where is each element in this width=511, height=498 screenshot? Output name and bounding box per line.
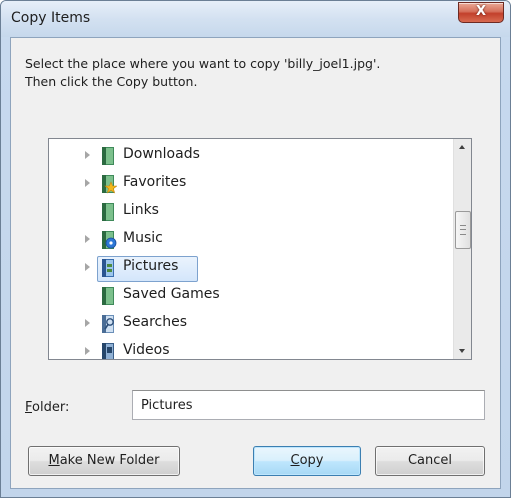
tree-item-favorites[interactable]: Favorites bbox=[49, 171, 429, 197]
tree-item-links[interactable]: Links bbox=[49, 199, 429, 225]
favorites-folder-icon bbox=[102, 175, 117, 194]
dialog-content: Select the place where you want to copy … bbox=[10, 37, 501, 489]
folder-tree[interactable]: Downloads Favorites Links Music Pictures… bbox=[48, 138, 472, 360]
expand-arrow-icon[interactable] bbox=[85, 319, 90, 327]
tree-item-music[interactable]: Music bbox=[49, 227, 429, 253]
copy-text: opy bbox=[299, 453, 324, 468]
instruction-line-1: Select the place where you want to copy … bbox=[25, 56, 381, 71]
expand-arrow-icon[interactable] bbox=[85, 235, 90, 243]
scrollbar-thumb[interactable] bbox=[455, 211, 471, 249]
tree-item-label: Pictures bbox=[123, 258, 179, 274]
tree-item-saved-games[interactable]: Saved Games bbox=[49, 283, 429, 309]
expand-arrow-icon[interactable] bbox=[85, 347, 90, 355]
arrow-down-icon bbox=[459, 349, 465, 353]
copy-mnemonic: C bbox=[290, 453, 300, 468]
expand-arrow-icon[interactable] bbox=[85, 151, 90, 159]
copy-items-dialog: Copy Items X Select the place where you … bbox=[0, 0, 511, 498]
title-bar[interactable]: Copy Items X bbox=[1, 1, 510, 37]
folder-label: Folder: bbox=[25, 400, 69, 415]
folder-label-text: older: bbox=[32, 400, 70, 415]
tree-item-label: Favorites bbox=[123, 174, 187, 190]
saved-games-folder-icon bbox=[102, 287, 114, 305]
window-title: Copy Items bbox=[11, 10, 91, 26]
tree-item-videos[interactable]: Videos bbox=[49, 339, 429, 359]
make-new-folder-mnemonic: M bbox=[48, 453, 60, 468]
tree-item-pictures[interactable]: Pictures bbox=[49, 255, 429, 282]
vertical-scrollbar[interactable] bbox=[453, 139, 471, 359]
instruction-text: Select the place where you want to copy … bbox=[25, 55, 485, 91]
pictures-folder-icon bbox=[102, 259, 114, 277]
scroll-up-button[interactable] bbox=[454, 139, 471, 156]
arrow-up-icon bbox=[459, 145, 465, 149]
cancel-text: Cancel bbox=[407, 453, 453, 468]
downloads-folder-icon bbox=[102, 147, 114, 165]
tree-item-label: Downloads bbox=[123, 146, 200, 162]
grip-icon bbox=[460, 225, 466, 235]
make-new-folder-button[interactable]: Make New Folder bbox=[28, 446, 180, 476]
tree-item-downloads[interactable]: Downloads bbox=[49, 143, 429, 169]
make-new-folder-text: ake New Folder bbox=[59, 453, 160, 468]
close-button[interactable]: X bbox=[458, 2, 504, 23]
scroll-down-button[interactable] bbox=[454, 342, 471, 359]
copy-button[interactable]: Copy bbox=[253, 446, 361, 476]
links-folder-icon bbox=[102, 203, 114, 221]
tree-item-label: Searches bbox=[123, 314, 188, 330]
tree-item-searches[interactable]: Searches bbox=[49, 311, 429, 337]
tree-item-label: Saved Games bbox=[123, 286, 220, 302]
expand-arrow-icon[interactable] bbox=[85, 179, 90, 187]
instruction-line-2: Then click the Copy button. bbox=[25, 74, 198, 89]
searches-folder-icon bbox=[102, 315, 114, 333]
cancel-button[interactable]: Cancel bbox=[375, 446, 485, 476]
tree-item-label: Music bbox=[123, 230, 163, 246]
tree-item-label: Links bbox=[123, 202, 159, 218]
expand-arrow-icon[interactable] bbox=[85, 263, 90, 271]
tree-item-label: Videos bbox=[123, 342, 170, 358]
folder-input[interactable] bbox=[132, 390, 485, 420]
music-folder-icon bbox=[102, 231, 117, 249]
folder-label-mnemonic: F bbox=[25, 400, 33, 415]
close-icon: X bbox=[475, 4, 487, 19]
videos-folder-icon bbox=[102, 343, 114, 359]
